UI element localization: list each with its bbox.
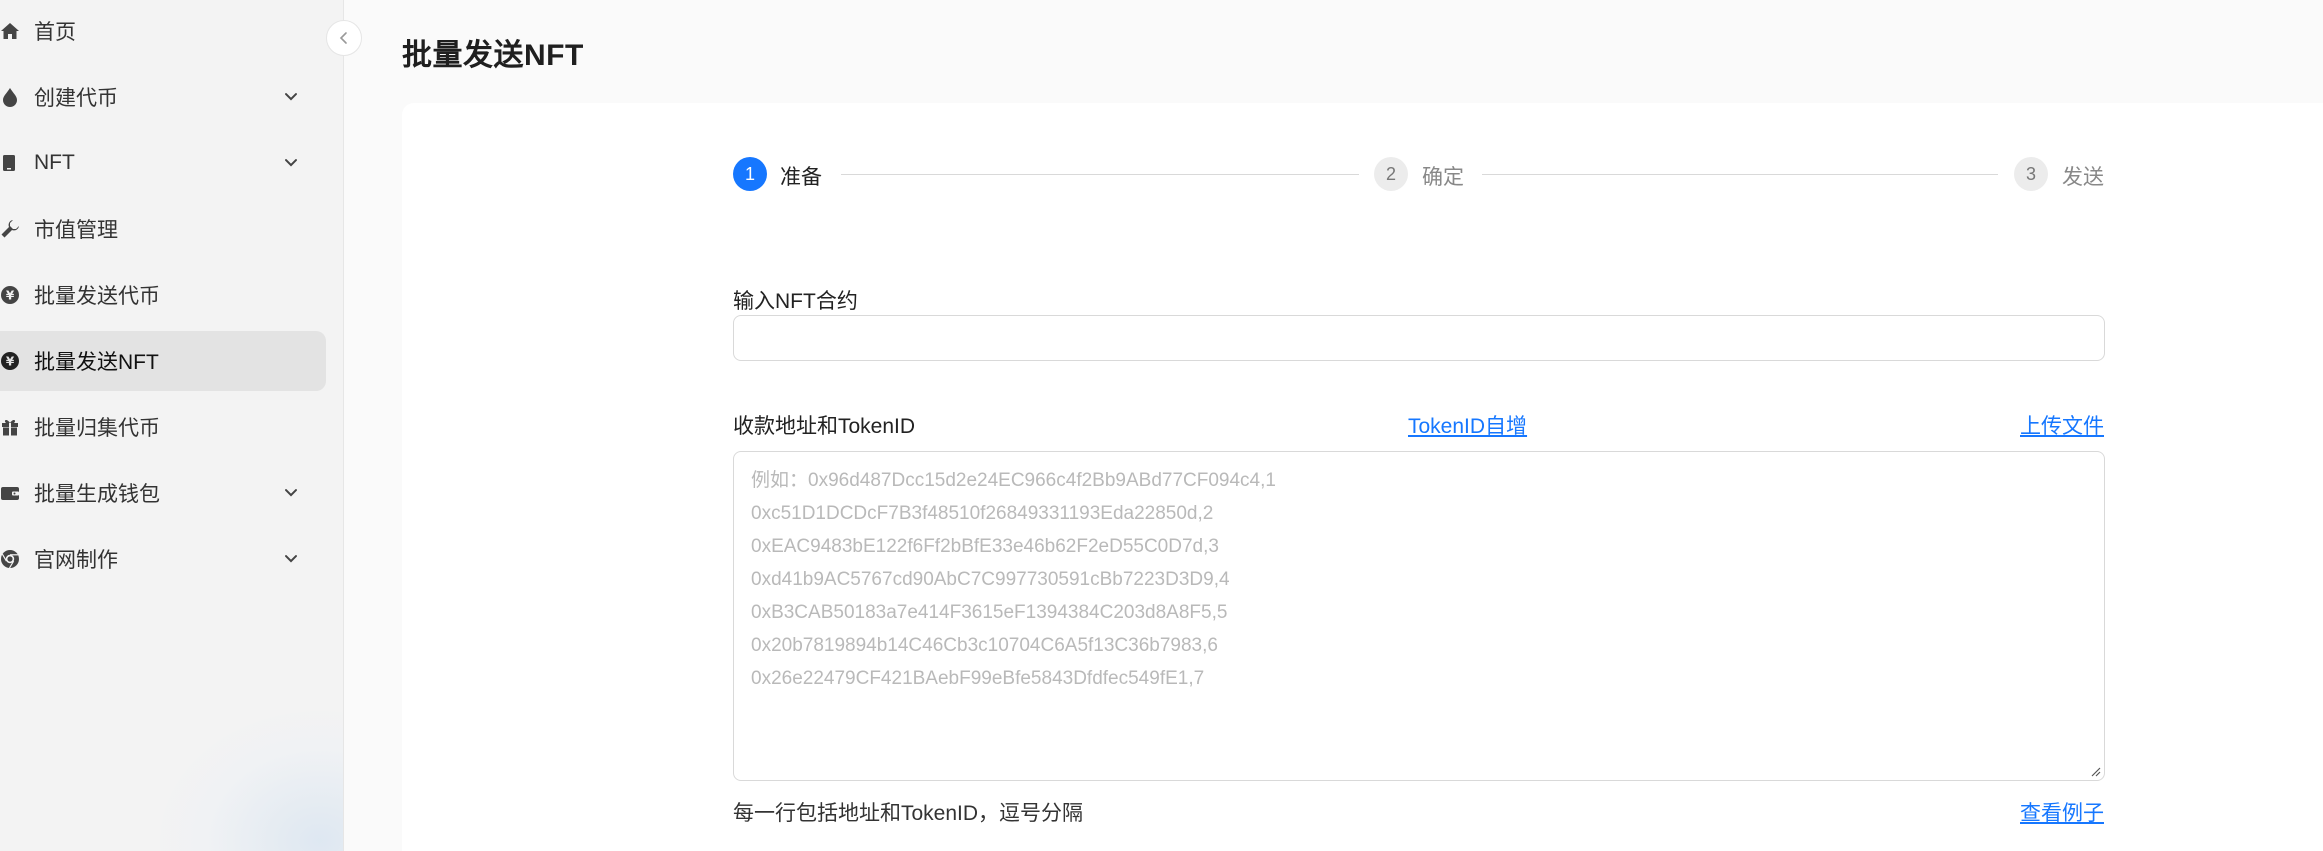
helper-text: 每一行包括地址和TokenID，逗号分隔: [733, 802, 1084, 825]
step-2-label: 确定: [1422, 166, 1464, 189]
resize-handle[interactable]: [2089, 765, 2101, 777]
step-1-label: 准备: [780, 166, 822, 189]
sidebar-item-batch-collect-token[interactable]: 批量归集代币: [0, 397, 326, 457]
step-3-label: 发送: [2062, 166, 2104, 189]
yen-coin-icon: ¥: [0, 284, 22, 306]
sidebar-item-website-builder[interactable]: 官网制作: [0, 529, 326, 589]
placeholder-line: 例如：0x96d487Dcc15d2e24EC966c4f2Bb9ABd77CF…: [751, 470, 1276, 491]
placeholder-line: 0x26e22479CF421BAebF99eBfe5843Dfdfec549f…: [751, 668, 1205, 689]
tokenid-increment-link[interactable]: TokenID自增: [1408, 410, 1527, 440]
yen-coin-icon: ¥: [0, 350, 22, 372]
step-2-circle: 2: [1374, 157, 1408, 191]
svg-text:¥: ¥: [6, 289, 15, 303]
sidebar-item-label: 批量发送代币: [34, 285, 160, 308]
upload-file-link[interactable]: 上传文件: [2020, 410, 2104, 440]
step-1-circle: 1: [733, 157, 767, 191]
sidebar-item-home[interactable]: 首页: [0, 1, 326, 61]
collapse-sidebar-button[interactable]: [326, 20, 362, 56]
home-icon: [0, 20, 22, 42]
placeholder-line: 0xB3CAB50183a7e414F3615eF1394384C203d8A8…: [751, 602, 1228, 623]
view-example-link[interactable]: 查看例子: [2020, 797, 2104, 827]
chevron-down-icon[interactable]: [282, 153, 300, 171]
placeholder-line: 0xc51D1DCDcF7B3f48510f26849331193Eda2285…: [751, 503, 1214, 524]
page-title: 批量发送NFT: [402, 39, 584, 72]
nft-contract-input[interactable]: [733, 315, 2105, 361]
recipients-textarea[interactable]: 例如：0x96d487Dcc15d2e24EC966c4f2Bb9ABd77CF…: [733, 451, 2105, 781]
gift-icon: [0, 416, 22, 438]
steps-indicator: 1 准备 2 确定 3 发送: [733, 157, 2105, 193]
sidebar-item-nft[interactable]: NFT: [0, 133, 326, 193]
sidebar-item-label: 首页: [34, 21, 76, 44]
chevron-left-icon: [339, 32, 347, 44]
chevron-down-icon[interactable]: [282, 549, 300, 567]
recipients-placeholder: 例如：0x96d487Dcc15d2e24EC966c4f2Bb9ABd77CF…: [751, 464, 1276, 695]
step-3-circle: 3: [2014, 157, 2048, 191]
tablet-icon: [0, 152, 22, 174]
chevron-down-icon[interactable]: [282, 87, 300, 105]
sidebar-item-label: 市值管理: [34, 219, 118, 242]
chevron-down-icon[interactable]: [282, 483, 300, 501]
sidebar-item-batch-create-wallet[interactable]: 批量生成钱包: [0, 463, 326, 523]
contract-label: 输入NFT合约: [733, 290, 858, 313]
sidebar-item-market-cap[interactable]: 市值管理: [0, 199, 326, 259]
step-connector: [1482, 174, 1998, 175]
sidebar-item-label: 批量归集代币: [34, 417, 160, 440]
wallet-icon: [0, 482, 22, 504]
sidebar-item-create-token[interactable]: 创建代币: [0, 67, 326, 127]
recipients-label: 收款地址和TokenID: [733, 415, 916, 438]
sidebar: 首页 创建代币 NFT 市值管理 ¥ 批量发送代币 ¥ 批量发送NFT 批量归集…: [0, 0, 344, 851]
placeholder-line: 0x20b7819894b14C46Cb3c10704C6A5f13C36b79…: [751, 635, 1218, 656]
placeholder-line: 0xd41b9AC5767cd90AbC7C997730591cBb7223D3…: [751, 569, 1230, 590]
step-connector: [841, 174, 1359, 175]
wrench-icon: [0, 218, 22, 240]
sidebar-item-label: 批量发送NFT: [34, 351, 159, 374]
svg-text:¥: ¥: [6, 355, 15, 369]
chrome-icon: [0, 548, 22, 570]
placeholder-line: 0xEAC9483bE122f6Ff2bBfE33e46b62F2eD55C0D…: [751, 536, 1219, 557]
sidebar-item-batch-send-nft[interactable]: ¥ 批量发送NFT: [0, 331, 326, 391]
sidebar-item-batch-send-token[interactable]: ¥ 批量发送代币: [0, 265, 326, 325]
fire-drop-icon: [0, 86, 22, 108]
